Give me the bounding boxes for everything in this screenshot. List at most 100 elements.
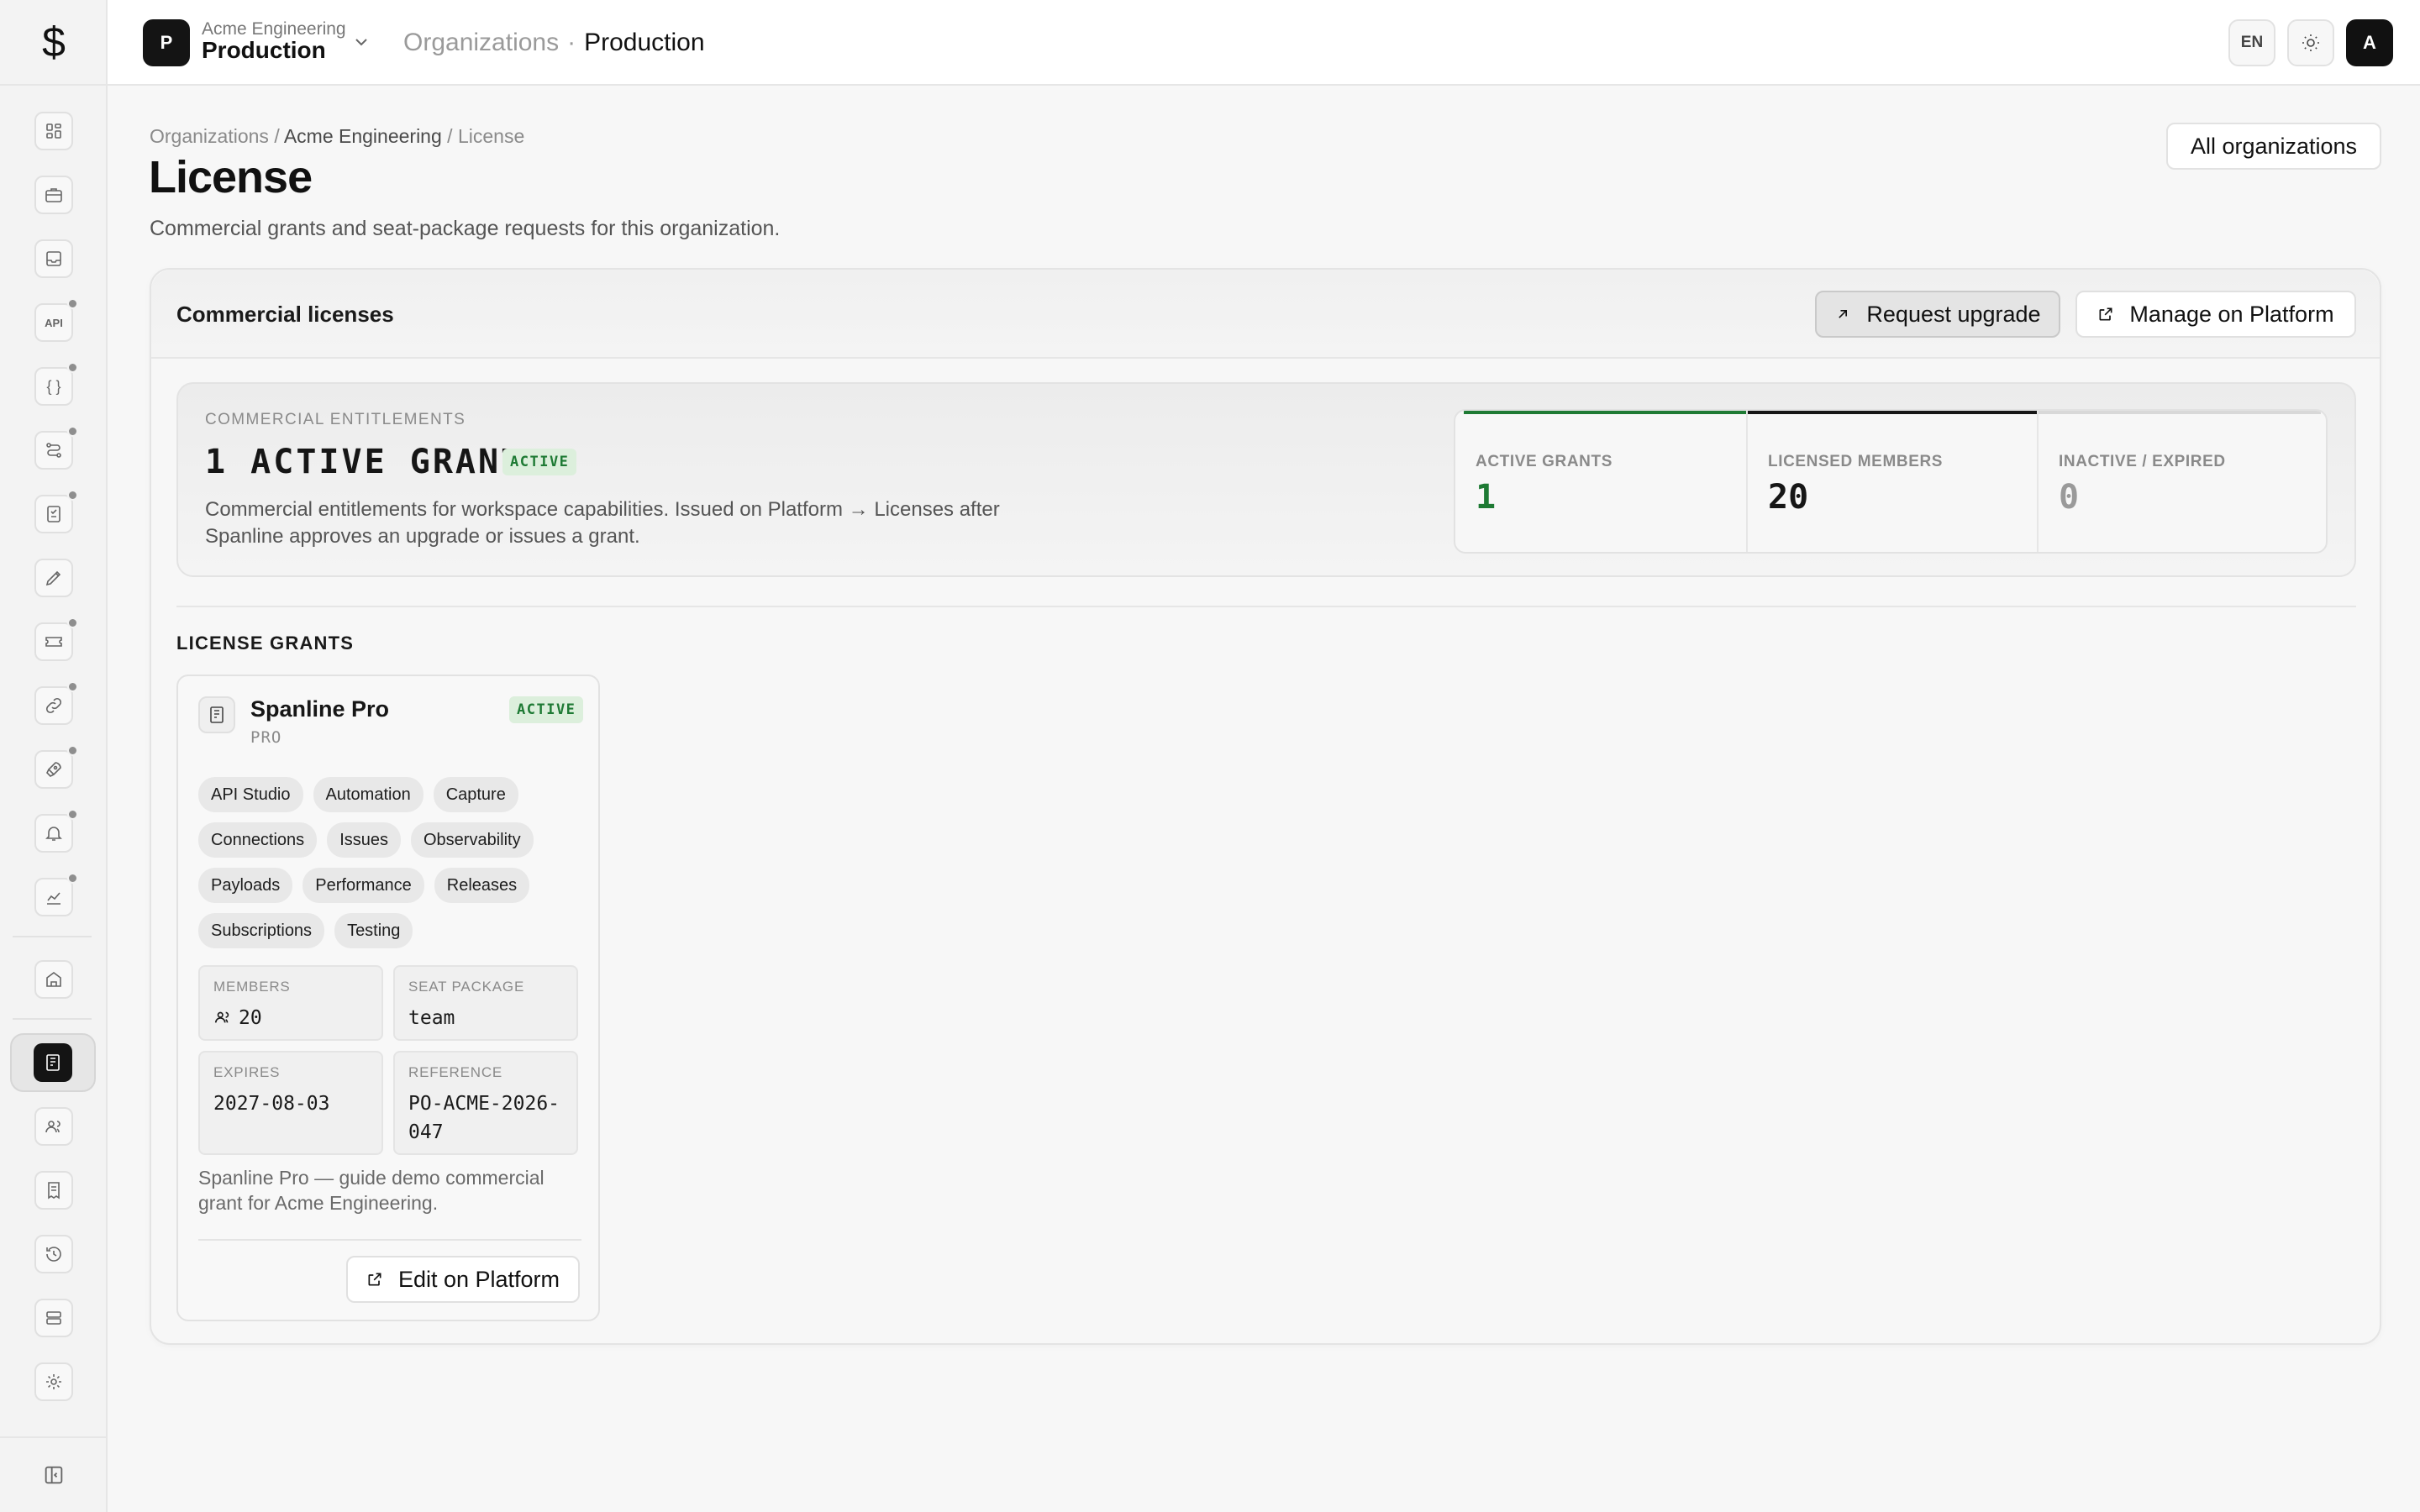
notification-dot bbox=[67, 617, 78, 628]
breadcrumb-org[interactable]: Acme Engineering bbox=[284, 125, 442, 147]
field-value: 20 bbox=[239, 1007, 262, 1029]
theme-toggle-button[interactable] bbox=[2287, 19, 2334, 66]
feature-chip: Performance bbox=[302, 868, 424, 903]
external-link-icon bbox=[2099, 307, 2112, 321]
notification-dot bbox=[67, 298, 78, 309]
page-subtitle: Commercial grants and seat-package reque… bbox=[150, 217, 781, 240]
feature-chip: Observability bbox=[411, 822, 534, 858]
chart-icon[interactable] bbox=[34, 873, 78, 916]
checklist-icon[interactable] bbox=[34, 490, 78, 533]
breadcrumb-current: License bbox=[457, 125, 525, 147]
stat-licensed-members: LICENSED MEMBERS 20 bbox=[1746, 411, 2037, 552]
stat-bar bbox=[1464, 411, 1746, 414]
topbar-crumb-organizations[interactable]: Organizations bbox=[403, 29, 559, 57]
notification-dot bbox=[67, 809, 78, 820]
inbox-icon[interactable] bbox=[34, 239, 73, 278]
feature-chip: Capture bbox=[433, 777, 518, 812]
stat-label: ACTIVE GRANTS bbox=[1476, 453, 1612, 470]
grant-card: Spanline Pro PRO ACTIVE API Studio Autom… bbox=[176, 675, 600, 1321]
field-value: team bbox=[408, 1007, 455, 1029]
feature-chips: API Studio Automation Capture Connection… bbox=[198, 777, 593, 948]
briefcase-icon[interactable] bbox=[34, 176, 73, 214]
users-icon bbox=[214, 1011, 229, 1023]
stat-bar bbox=[2039, 411, 2321, 414]
manage-on-platform-button[interactable]: Manage on Platform bbox=[2075, 291, 2356, 338]
rocket-icon[interactable] bbox=[34, 745, 78, 789]
sidebar: $ API { } bbox=[0, 0, 108, 1512]
code-braces-icon[interactable]: { } bbox=[34, 362, 78, 406]
request-upgrade-button[interactable]: Request upgrade bbox=[1815, 291, 2060, 338]
request-upgrade-label: Request upgrade bbox=[1866, 301, 2041, 327]
stat-value: 20 bbox=[1768, 478, 1809, 517]
external-link-icon bbox=[368, 1273, 381, 1286]
reference-field: REFERENCE PO-ACME-2026-047 bbox=[393, 1051, 578, 1155]
edit-on-platform-button[interactable]: Edit on Platform bbox=[346, 1256, 580, 1303]
feature-chip: Issues bbox=[327, 822, 401, 858]
breadcrumb: Organizations / Acme Engineering / Licen… bbox=[150, 125, 524, 148]
stat-inactive-expired: INACTIVE / EXPIRED 0 bbox=[2037, 411, 2326, 552]
feature-chip: Subscriptions bbox=[198, 913, 325, 948]
stat-value: 0 bbox=[2059, 478, 2080, 517]
building-icon[interactable] bbox=[34, 960, 73, 999]
sidebar-divider bbox=[13, 1018, 92, 1020]
members-field: MEMBERS 20 bbox=[198, 965, 383, 1041]
chevron-down-icon[interactable] bbox=[351, 32, 371, 52]
expires-field: EXPIRES 2027-08-03 bbox=[198, 1051, 383, 1155]
page-title: License bbox=[149, 152, 313, 202]
arrow-up-right-icon bbox=[1839, 310, 1848, 318]
field-value: 2027-08-03 bbox=[213, 1093, 330, 1115]
grant-name: Spanline Pro bbox=[250, 696, 390, 722]
ticket-icon[interactable] bbox=[34, 617, 78, 661]
topbar-breadcrumb: Organizations · Production bbox=[403, 29, 705, 57]
history-icon[interactable] bbox=[34, 1235, 73, 1273]
feature-chip: Connections bbox=[198, 822, 318, 858]
field-label: SEAT PACKAGE bbox=[408, 979, 525, 995]
api-icon[interactable]: API bbox=[34, 298, 78, 342]
stat-value: 1 bbox=[1476, 478, 1497, 517]
topbar: P Acme Engineering Production Organizati… bbox=[108, 0, 2420, 86]
notification-dot bbox=[67, 426, 78, 437]
members-value-row: 20 bbox=[213, 1004, 262, 1032]
dashboard-icon[interactable] bbox=[34, 112, 73, 150]
license-icon bbox=[34, 1043, 72, 1082]
grant-divider bbox=[198, 1239, 581, 1241]
entitlements-description: Commercial entitlements for workspace ca… bbox=[205, 498, 1000, 548]
feature-chip: Releases bbox=[434, 868, 530, 903]
notification-dot bbox=[67, 362, 78, 373]
license-grants-heading: LICENSE GRANTS bbox=[176, 633, 355, 654]
status-badge: ACTIVE bbox=[502, 449, 577, 475]
language-button[interactable]: EN bbox=[2228, 19, 2275, 66]
feature-chip: Payloads bbox=[198, 868, 293, 903]
workspace-name[interactable]: Production bbox=[202, 37, 326, 64]
collapse-sidebar-icon[interactable] bbox=[0, 1436, 108, 1512]
section-divider bbox=[176, 606, 2356, 607]
stat-label: LICENSED MEMBERS bbox=[1768, 453, 1944, 470]
all-organizations-button[interactable]: All organizations bbox=[2166, 123, 2381, 170]
code-braces-icon-label: { } bbox=[46, 377, 61, 395]
seat-package-field: SEAT PACKAGE team bbox=[393, 965, 578, 1041]
sidebar-item-license[interactable] bbox=[10, 1033, 96, 1092]
gear-icon[interactable] bbox=[34, 1362, 73, 1401]
stats-panel: ACTIVE GRANTS 1 LICENSED MEMBERS 20 INAC… bbox=[1454, 409, 2328, 554]
bell-icon[interactable] bbox=[34, 809, 78, 853]
sidebar-divider bbox=[13, 936, 92, 937]
commercial-licenses-card: Commercial licenses Request upgrade Mana… bbox=[150, 268, 2381, 1345]
route-icon[interactable] bbox=[34, 426, 78, 470]
notification-dot bbox=[67, 490, 78, 501]
storage-icon[interactable] bbox=[34, 1299, 73, 1337]
app-logo[interactable]: $ bbox=[0, 0, 108, 86]
user-avatar[interactable]: A bbox=[2346, 19, 2393, 66]
field-label: REFERENCE bbox=[408, 1064, 503, 1080]
notification-dot bbox=[67, 681, 78, 692]
users-icon[interactable] bbox=[34, 1107, 73, 1146]
stat-active-grants: ACTIVE GRANTS 1 bbox=[1455, 411, 1746, 552]
receipt-icon[interactable] bbox=[34, 1171, 73, 1210]
sun-icon bbox=[2302, 34, 2319, 51]
workspace-avatar[interactable]: P bbox=[143, 19, 190, 66]
breadcrumb-organizations[interactable]: Organizations bbox=[150, 125, 269, 147]
entitlements-panel: COMMERCIAL ENTITLEMENTS 1 ACTIVE GRANT A… bbox=[176, 382, 2356, 577]
pen-icon[interactable] bbox=[34, 559, 73, 597]
link-icon[interactable] bbox=[34, 681, 78, 725]
notification-dot bbox=[67, 745, 78, 756]
feature-chip: Testing bbox=[334, 913, 413, 948]
